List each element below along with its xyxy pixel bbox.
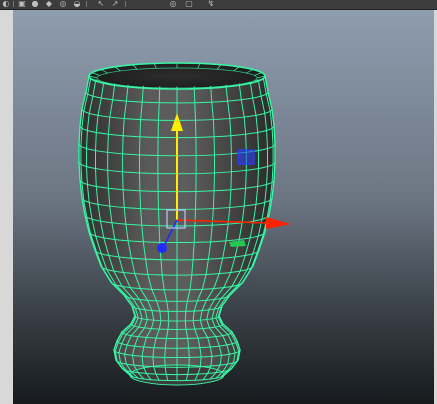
lasso-icon[interactable]: ▣ xyxy=(17,0,27,8)
toolbar-separator xyxy=(125,1,126,7)
maya-window: ◐ ▣ ● ◆ ◎ ◒ ↖ ↗ ◎ ▢ ↯ xyxy=(0,0,437,404)
z-axis-tip[interactable] xyxy=(157,243,167,253)
rotate-icon[interactable]: ◎ xyxy=(58,0,68,8)
show-manipulator-icon[interactable]: ↗ xyxy=(110,0,120,8)
left-panel-edge xyxy=(0,10,13,404)
ipr-icon[interactable]: ▢ xyxy=(184,0,194,8)
scale-icon[interactable]: ◒ xyxy=(72,0,82,8)
x-axis-arrow[interactable] xyxy=(266,217,291,229)
toolbar-separator xyxy=(13,1,14,7)
toolbar-separator xyxy=(86,1,87,7)
last-tool-icon[interactable]: ↖ xyxy=(96,0,106,8)
render-icon[interactable]: ◎ xyxy=(168,0,178,8)
status-line-toolbar: ◐ ▣ ● ◆ ◎ ◒ ↖ ↗ ◎ ▢ ↯ xyxy=(0,0,437,10)
goblet-rim-edge xyxy=(100,82,108,84)
viewport-scene[interactable] xyxy=(13,10,434,404)
render-settings-icon[interactable]: ↯ xyxy=(206,0,216,8)
perspective-viewport[interactable] xyxy=(13,10,434,404)
goblet-rim-edge xyxy=(246,82,254,84)
move-icon[interactable]: ◆ xyxy=(44,0,54,8)
xy-plane-handle[interactable] xyxy=(237,149,255,165)
goblet-mesh[interactable] xyxy=(78,62,276,386)
select-icon[interactable]: ◐ xyxy=(2,0,10,8)
paint-icon[interactable]: ● xyxy=(30,0,40,8)
